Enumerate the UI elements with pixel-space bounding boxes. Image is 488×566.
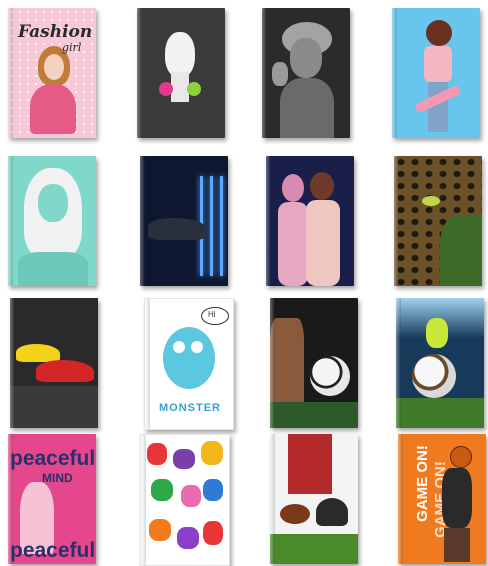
player-legs-shape (288, 434, 332, 494)
notebook-hand-prints[interactable] (140, 434, 230, 566)
notebook-game-on[interactable]: GAME ON! GAME ON! (398, 434, 486, 564)
dark-car-shape (148, 218, 206, 240)
einstein-hand-shape (272, 62, 288, 86)
skater-shirt-shape (424, 46, 452, 82)
monster-title: MONSTER (159, 402, 221, 414)
notebook-grid: Fashion girl Hi MONSTER peaceful MIND pe… (0, 0, 488, 566)
player-legs-shape (444, 528, 470, 562)
cover-title-line1: Fashion (18, 22, 93, 42)
notebook-peaceful-mind[interactable]: peaceful MIND peaceful (8, 434, 96, 564)
handprint-2 (173, 449, 195, 469)
peaceful-title-top: peaceful (10, 447, 96, 470)
stadium-grass-shape (396, 398, 484, 428)
notebook-sports-cars[interactable] (10, 298, 98, 428)
monster-eye-left (173, 341, 185, 353)
headphone-left-shape (159, 82, 173, 96)
notebook-neon-car[interactable] (140, 156, 228, 286)
helmet-shape (316, 498, 348, 526)
handprint-6 (203, 479, 223, 501)
notebook-einstein[interactable] (262, 8, 350, 138)
road-shape (10, 386, 98, 428)
stadium-ball-shape (412, 354, 456, 398)
mind-title: MIND (42, 471, 73, 485)
grass-shape (270, 402, 358, 428)
monster-eye-right (191, 341, 203, 353)
headphone-right-shape (187, 82, 201, 96)
player-body-shape (442, 468, 472, 528)
speech-bubble-text: Hi (208, 310, 216, 319)
handprint-7 (149, 519, 171, 541)
red-car-shape (36, 360, 94, 382)
soccer-ball-shape (310, 356, 350, 396)
yellow-car-shape (16, 344, 60, 362)
notebook-two-girls[interactable] (266, 156, 354, 286)
neon-light-2 (210, 176, 213, 276)
notebook-mint-hair-girl[interactable] (8, 156, 96, 286)
notebook-fashion-girl[interactable]: Fashion girl (8, 8, 96, 138)
peaceful-title-bottom: peaceful (10, 539, 96, 562)
notebook-giraffe-headphones[interactable] (137, 8, 225, 138)
notebook-monster[interactable]: Hi MONSTER (144, 298, 234, 430)
handprint-4 (151, 479, 173, 501)
skater-hair-shape (426, 20, 452, 46)
girl-right-hair (310, 172, 334, 200)
girl-left-body (278, 202, 308, 286)
einstein-face-shape (290, 38, 322, 78)
mint-face-shape (38, 184, 68, 222)
notebook-leopard[interactable] (394, 156, 482, 286)
neon-light-3 (220, 176, 223, 276)
handprint-3 (201, 441, 223, 465)
notebook-soccer-ball-stadium[interactable] (396, 298, 484, 428)
boot-shape (426, 318, 448, 348)
handprint-9 (203, 521, 223, 545)
football-shape (280, 504, 310, 524)
handprint-1 (147, 443, 167, 465)
monster-body-shape (163, 327, 215, 389)
basketball-shape (450, 446, 472, 468)
girl-left-hair (282, 174, 304, 202)
notebook-skater-girl[interactable] (392, 8, 480, 138)
handprint-5 (181, 485, 201, 507)
cover-title-line2: girl (62, 41, 82, 54)
girl-right-body (306, 200, 340, 286)
leopard-eye-shape (422, 196, 440, 206)
einstein-body-shape (280, 78, 334, 138)
field-grass-shape (270, 534, 358, 564)
girl-dress-shape (30, 84, 76, 134)
girl-face-shape (44, 54, 64, 80)
handprint-8 (177, 527, 199, 549)
notebook-soccer-ball-dark[interactable] (270, 298, 358, 428)
leaves-shape (440, 216, 482, 286)
notebook-american-football[interactable] (270, 434, 358, 564)
mint-sweater-shape (18, 252, 88, 286)
game-on-title-1: GAME ON! (413, 445, 431, 522)
